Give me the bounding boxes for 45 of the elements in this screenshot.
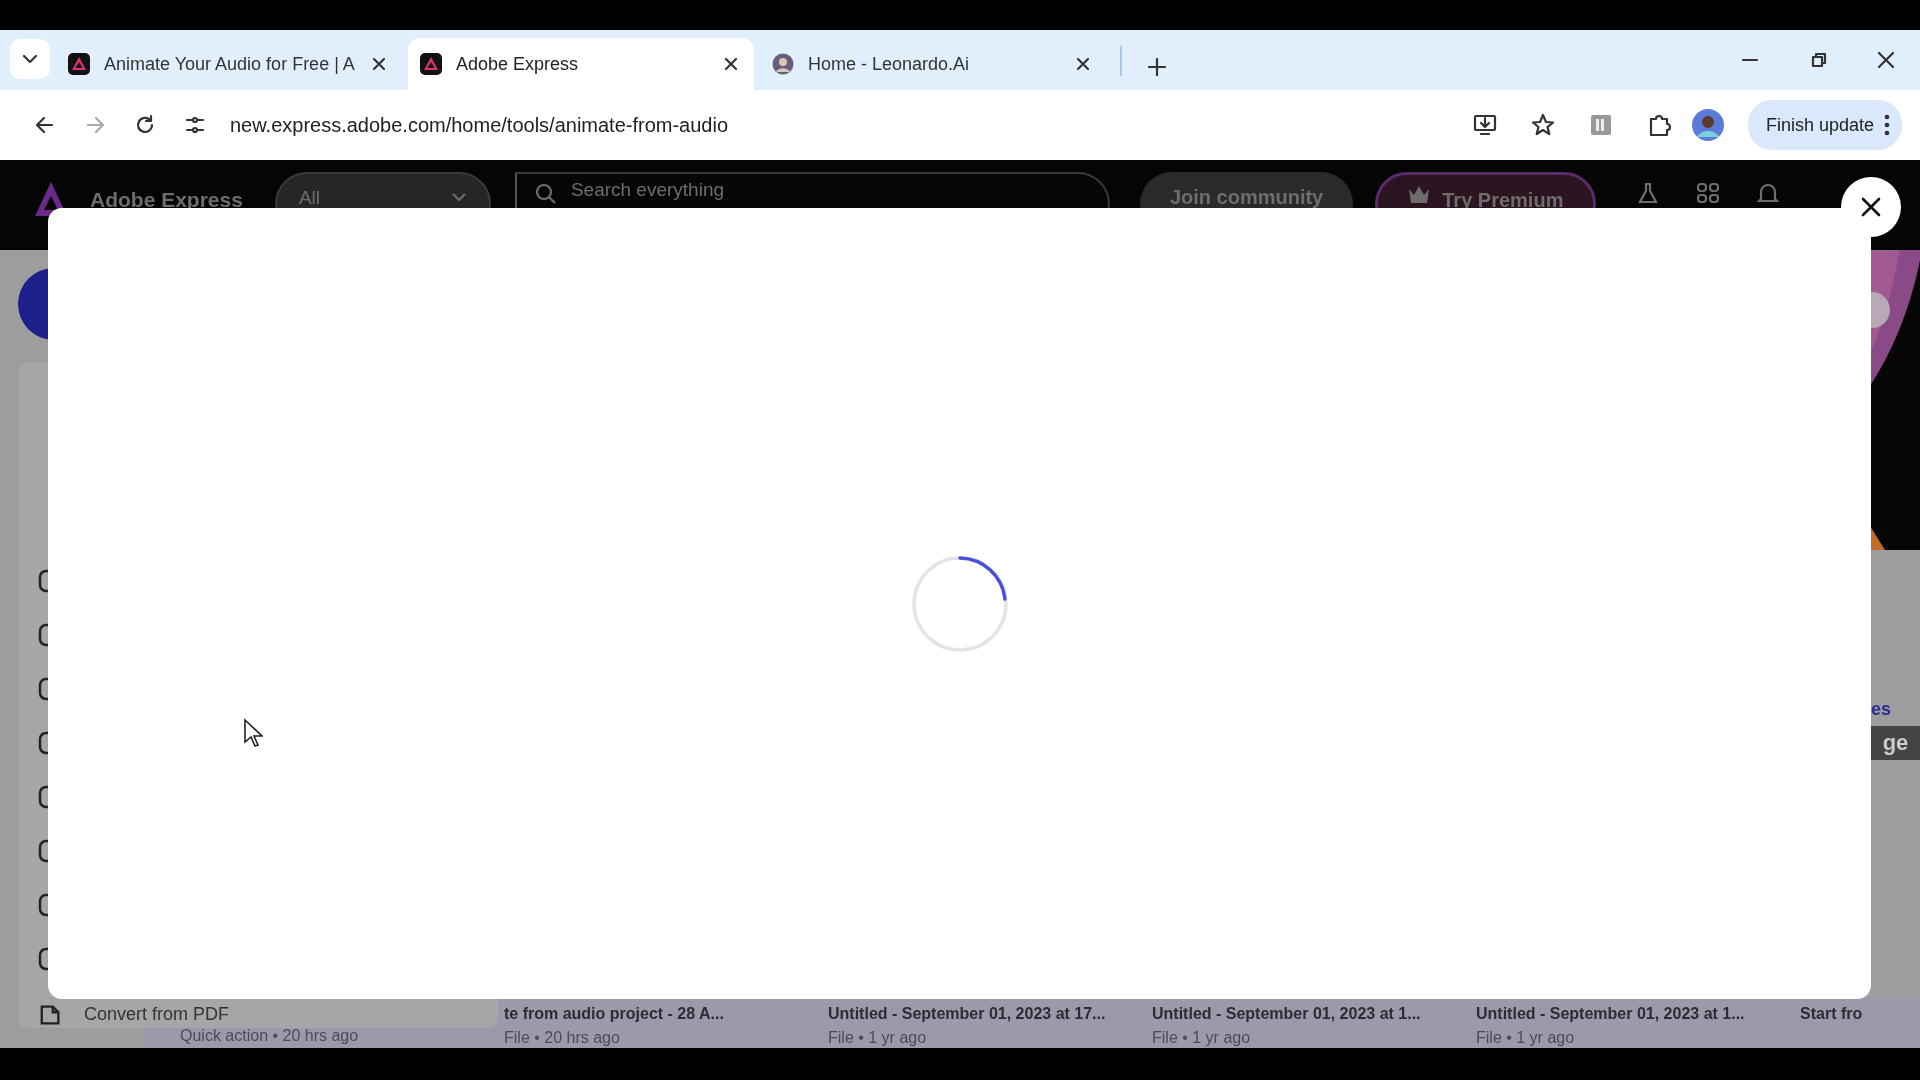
avatar-icon xyxy=(772,53,794,75)
address-field[interactable]: new.express.adobe.com/home/tools/animate-from-audio xyxy=(230,110,729,140)
file-meta: File • 1 yr ago xyxy=(828,1028,928,1048)
file-title[interactable]: Untitled - September 01, 2023 at 1... xyxy=(1476,1002,1800,1022)
avatar-icon[interactable] xyxy=(1691,109,1724,141)
site-settings-icon[interactable] xyxy=(184,114,206,136)
chevron-down-icon xyxy=(450,192,467,202)
update-button[interactable]: Finish update xyxy=(1747,100,1902,150)
close-icon[interactable] xyxy=(372,57,386,71)
file-title[interactable]: Untitled - September 01, 2023 at 1... xyxy=(1152,1002,1476,1022)
more-icon xyxy=(1884,114,1890,136)
file-title[interactable]: te from audio project - 28 A... xyxy=(504,1002,828,1022)
brand-name: Adobe Express xyxy=(90,187,243,213)
file-title[interactable]: Start fro xyxy=(1800,1002,1920,1022)
back-icon[interactable] xyxy=(34,114,56,136)
file-meta: File • 20 hrs ago xyxy=(504,1028,621,1048)
action-button[interactable]: ge xyxy=(1871,726,1920,760)
install-icon[interactable] xyxy=(1472,113,1497,137)
sidebar-item[interactable]: Convert from PDF xyxy=(84,1001,230,1028)
reload-icon[interactable] xyxy=(134,114,156,136)
file-meta: File • 1 yr ago xyxy=(1476,1028,1576,1048)
flask-icon[interactable] xyxy=(1636,182,1661,206)
crown-icon xyxy=(1408,185,1431,205)
search-icon xyxy=(534,183,557,205)
file-meta: File • 1 yr ago xyxy=(1152,1028,1252,1048)
close-icon xyxy=(1861,197,1881,217)
plus-icon xyxy=(1148,58,1166,77)
file-meta: Quick action • 20 hrs ago xyxy=(180,1026,360,1046)
cursor-icon xyxy=(243,718,263,748)
browser-tab[interactable]: Home - Leonardo.Ai xyxy=(760,38,1106,90)
file-title[interactable]: Untitled - September 01, 2023 at 17... xyxy=(828,1002,1152,1022)
tab-list-button[interactable] xyxy=(10,39,50,79)
browser-tab[interactable]: Adobe Express xyxy=(408,38,754,90)
extension-icon[interactable] xyxy=(1588,113,1613,137)
link-text[interactable]: es xyxy=(1871,700,1920,718)
app-logo-icon xyxy=(68,53,90,75)
star-icon[interactable] xyxy=(1530,113,1555,137)
restore-icon[interactable] xyxy=(1809,51,1827,69)
close-icon[interactable] xyxy=(1877,51,1895,69)
apps-icon[interactable] xyxy=(1696,182,1721,206)
chevron-down-icon xyxy=(22,54,38,64)
app-logo-icon xyxy=(420,53,442,75)
browser-tab[interactable]: Animate Your Audio for Free | A xyxy=(56,38,402,90)
close-icon[interactable] xyxy=(724,57,738,71)
close-icon[interactable] xyxy=(1076,57,1090,71)
